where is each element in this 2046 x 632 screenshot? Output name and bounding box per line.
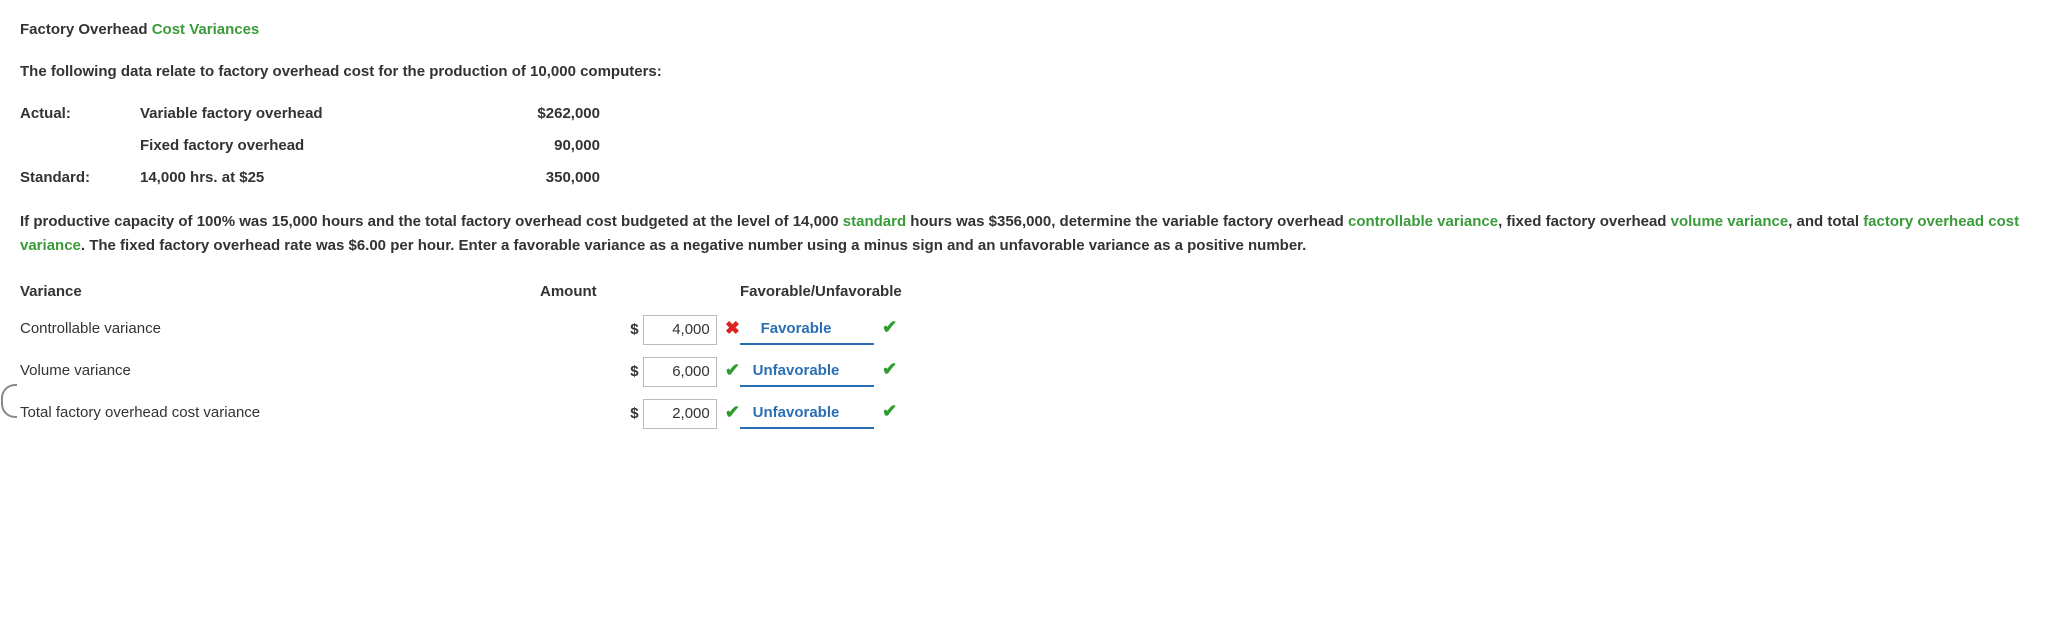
data-amount: $262,000 [480,98,600,130]
given-data-table: Actual: Variable factory overhead $262,0… [20,98,600,194]
data-col2: 14,000 hrs. at $25 [140,162,480,194]
amount-input-total[interactable]: 2,000 [643,399,717,429]
para-seg: If productive capacity of 100% was 15,00… [20,213,843,230]
check-icon: ✔ [725,360,740,380]
fu-select-total[interactable]: Unfavorable [740,399,874,429]
title-part-1: Factory Overhead [20,21,152,38]
amount-input-controllable[interactable]: 4,000 [643,315,717,345]
row-label: Volume variance [20,350,540,392]
answer-table: Variance Amount Favorable/Unfavorable Co… [20,276,1000,434]
data-col1: Standard: [20,162,140,194]
para-seg: , and total [1788,213,1863,230]
currency-symbol: $ [623,318,639,342]
term-controllable-variance[interactable]: controllable variance [1348,213,1498,230]
data-col2: Fixed factory overhead [140,130,480,162]
row-label: Total factory overhead cost variance [20,392,540,434]
x-icon: ✖ [725,318,740,338]
header-variance: Variance [20,276,540,308]
data-row: Actual: Variable factory overhead $262,0… [20,98,600,130]
data-col1 [20,130,140,162]
term-volume-variance[interactable]: volume variance [1671,213,1789,230]
fu-select-volume[interactable]: Unfavorable [740,357,874,387]
answer-row-controllable: Controllable variance $ 4,000 ✖ Favorabl… [20,308,1000,350]
para-seg: hours was $356,000, determine the variab… [906,213,1348,230]
check-icon: ✔ [725,402,740,422]
check-icon: ✔ [882,359,897,379]
term-standard[interactable]: standard [843,213,906,230]
header-amount: Amount [540,276,740,308]
header-favorable-unfavorable: Favorable/Unfavorable [740,276,1000,308]
para-seg: , fixed factory overhead [1498,213,1671,230]
row-label: Controllable variance [20,308,540,350]
intro-text: The following data relate to factory ove… [20,60,2026,84]
data-row: Fixed factory overhead 90,000 [20,130,600,162]
para-seg: . The fixed factory overhead rate was $6… [81,237,1306,254]
check-icon: ✔ [882,401,897,421]
currency-symbol: $ [623,402,639,426]
data-col2: Variable factory overhead [140,98,480,130]
data-col1: Actual: [20,98,140,130]
fu-select-controllable[interactable]: Favorable [740,315,874,345]
answer-row-total: Total factory overhead cost variance $ 2… [20,392,1000,434]
data-amount: 90,000 [480,130,600,162]
instruction-paragraph: If productive capacity of 100% was 15,00… [20,210,2026,258]
check-icon: ✔ [882,317,897,337]
amount-input-volume[interactable]: 6,000 [643,357,717,387]
data-row: Standard: 14,000 hrs. at $25 350,000 [20,162,600,194]
answer-row-volume: Volume variance $ 6,000 ✔ Unfavorable ✔ [20,350,1000,392]
selection-marker [1,384,17,418]
title-part-2[interactable]: Cost Variances [152,21,260,38]
page-title: Factory Overhead Cost Variances [20,18,2026,42]
data-amount: 350,000 [480,162,600,194]
currency-symbol: $ [623,360,639,384]
answer-header-row: Variance Amount Favorable/Unfavorable [20,276,1000,308]
